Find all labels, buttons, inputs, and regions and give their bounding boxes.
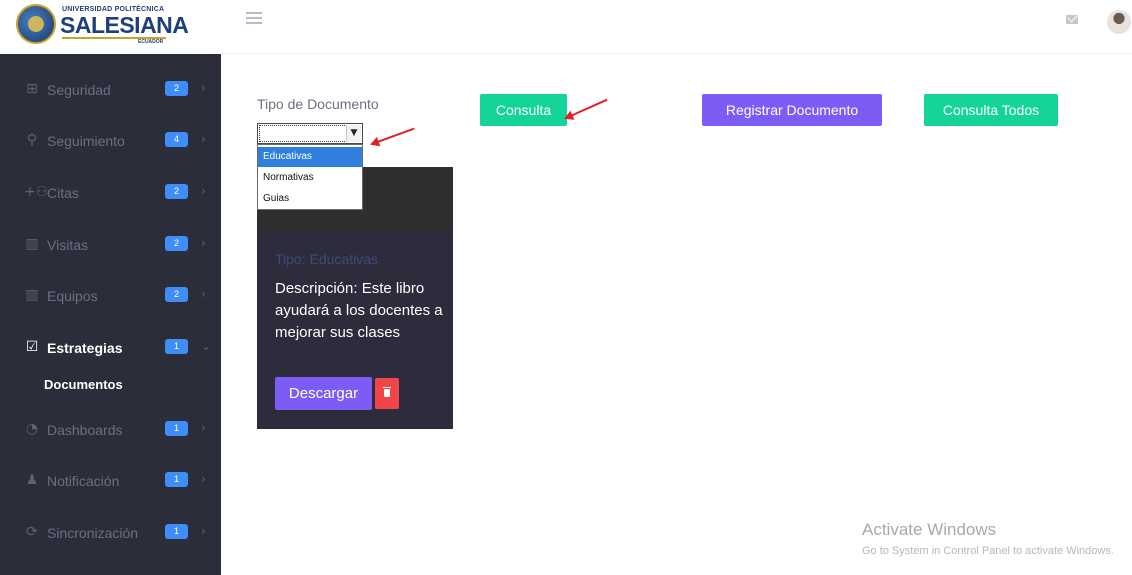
- watermark-line: Go to System in Control Panel to activat…: [862, 545, 1114, 557]
- chevron-right-icon: ›: [201, 421, 206, 435]
- count-badge: 2: [165, 287, 188, 302]
- users-add-icon: +⚇: [24, 184, 49, 200]
- sidebar-item-label: Notificación: [47, 473, 120, 489]
- document-type-label: Tipo de Documento: [257, 96, 379, 112]
- chevron-down-icon[interactable]: ▼: [346, 125, 361, 142]
- sidebar-item-label: Citas: [47, 185, 79, 201]
- registrar-documento-button[interactable]: Registrar Documento: [702, 94, 882, 126]
- dropdown-option-educativas[interactable]: Educativas: [258, 147, 362, 167]
- sidebar-item-equipos[interactable]: ▥ Equipos 2 ›: [0, 276, 221, 316]
- sidebar-item-label: Sincronización: [47, 525, 139, 541]
- sync-user-icon: ⟳: [26, 524, 38, 540]
- sidebar-subitem-documentos[interactable]: Documentos: [44, 377, 123, 392]
- chevron-right-icon: ›: [201, 287, 206, 301]
- brand-logo[interactable]: UNIVERSIDAD POLITÉCNICA SALESIANA ECUADO…: [0, 0, 221, 54]
- chevron-right-icon: ›: [201, 524, 206, 538]
- consulta-button[interactable]: Consulta: [480, 94, 567, 126]
- chevron-right-icon: ›: [201, 236, 206, 250]
- chevron-right-icon: ›: [201, 472, 206, 486]
- top-bar: UNIVERSIDAD POLITÉCNICA SALESIANA ECUADO…: [0, 0, 1132, 54]
- book-icon: ▥: [25, 236, 39, 252]
- university-seal-icon: [16, 4, 56, 44]
- sidebar-item-dashboards[interactable]: ◔ Dashboards 1 ›: [0, 410, 221, 450]
- binoculars-icon: ⚲: [26, 132, 38, 148]
- sidebar-item-label: Estrategias: [47, 340, 123, 356]
- select-focus-ring: [259, 125, 347, 142]
- sidebar-item-visitas[interactable]: ▥ Visitas 2 ›: [0, 225, 221, 265]
- logo-country: ECUADOR: [138, 39, 164, 45]
- watermark-title: Activate Windows: [862, 520, 997, 539]
- grid-icon: ⊞: [26, 81, 38, 97]
- descargar-button[interactable]: Descargar: [275, 377, 372, 410]
- annotation-arrow-select: [371, 127, 415, 145]
- sidebar-item-citas[interactable]: +⚇ Citas 2 ›: [0, 173, 221, 213]
- gauge-icon: ◔: [25, 421, 39, 437]
- chevron-right-icon: ›: [201, 81, 206, 95]
- sidebar-item-label: Visitas: [47, 237, 88, 253]
- user-avatar[interactable]: [1107, 10, 1131, 34]
- chevron-right-icon: ›: [201, 184, 206, 198]
- mail-icon[interactable]: [1066, 15, 1078, 24]
- count-badge: 4: [165, 132, 188, 147]
- count-badge: 2: [165, 81, 188, 96]
- consulta-todos-button[interactable]: Consulta Todos: [924, 94, 1058, 126]
- bell-icon: ♟: [25, 472, 39, 488]
- dropdown-option-guias[interactable]: Guias: [258, 189, 362, 209]
- chevron-down-icon: ⌄: [201, 339, 212, 353]
- sidebar-item-seguimiento[interactable]: ⚲ Seguimiento 4 ›: [0, 121, 221, 161]
- sidebar-item-label: Dashboards: [47, 422, 123, 438]
- sidebar: ⊞ Seguridad 2 › ⚲ Seguimiento 4 › +⚇ Cit…: [0, 54, 221, 575]
- count-badge: 2: [165, 236, 188, 251]
- count-badge: 1: [165, 421, 188, 436]
- document-type-select[interactable]: ▼: [257, 123, 363, 144]
- dropdown-option-normativas[interactable]: Normativas: [258, 168, 362, 188]
- trash-icon[interactable]: [375, 378, 399, 409]
- chevron-right-icon: ›: [201, 132, 206, 146]
- sidebar-item-label: Seguridad: [47, 82, 111, 98]
- count-badge: 1: [165, 339, 188, 354]
- sidebar-item-label: Equipos: [47, 288, 98, 304]
- card-type: Tipo: Educativas: [275, 251, 378, 267]
- annotation-arrow-consulta: [565, 98, 608, 119]
- clipboard-check-icon: ☑: [25, 339, 39, 355]
- sidebar-item-label: Seguimiento: [47, 133, 125, 149]
- count-badge: 2: [165, 184, 188, 199]
- sidebar-item-estrategias[interactable]: ☑ Estrategias 1 ⌄: [0, 328, 221, 368]
- sidebar-item-notificacion[interactable]: ♟ Notificación 1 ›: [0, 461, 221, 501]
- logo-university-name: SALESIANA: [60, 12, 189, 38]
- book-icon: ▥: [25, 287, 39, 303]
- card-description: Descripción: Este libro ayudará a los do…: [275, 280, 443, 341]
- sidebar-item-sincronizacion[interactable]: ⟳ Sincronización 1 ›: [0, 513, 221, 553]
- menu-toggle-icon[interactable]: [246, 12, 262, 26]
- count-badge: 1: [165, 472, 188, 487]
- count-badge: 1: [165, 524, 188, 539]
- sidebar-item-seguridad[interactable]: ⊞ Seguridad 2 ›: [0, 70, 221, 110]
- document-type-dropdown: Educativas Normativas Guias: [257, 144, 363, 210]
